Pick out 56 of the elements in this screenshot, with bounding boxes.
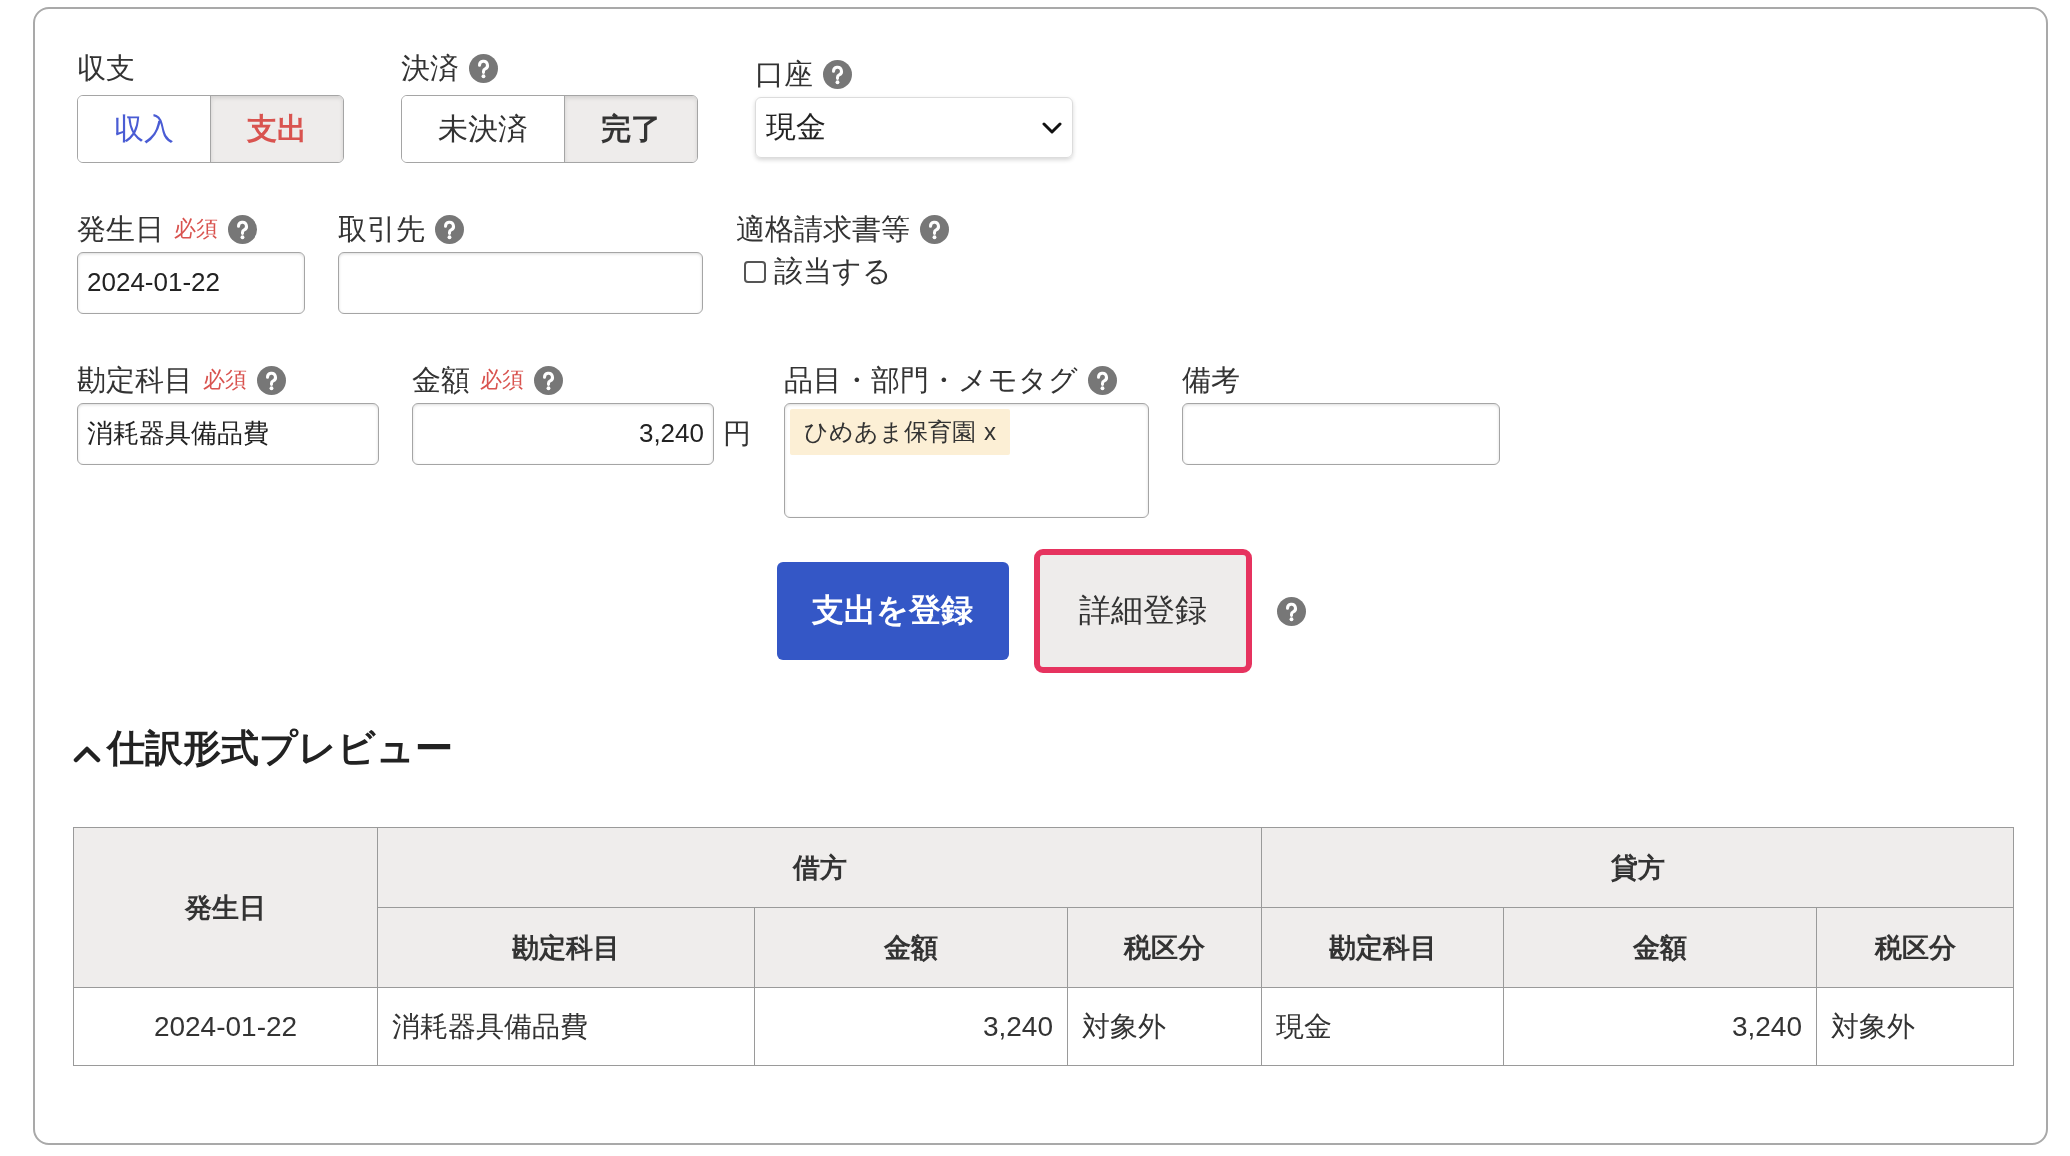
required-label: 必須 — [203, 366, 247, 394]
required-label: 必須 — [480, 366, 524, 394]
checkbox[interactable] — [744, 261, 766, 283]
input-field[interactable] — [338, 252, 703, 314]
column-header: 金額 — [1503, 907, 1817, 988]
required-label: 必須 — [174, 215, 218, 243]
input-field[interactable]: 2024-01-22 — [77, 252, 305, 314]
field-label: 金額 — [412, 363, 470, 398]
column-header: 勘定科目 — [377, 907, 755, 988]
table-cell: 3,240 — [1503, 987, 1817, 1066]
help-icon[interactable] — [469, 53, 498, 83]
help-icon[interactable] — [1088, 365, 1117, 395]
field-label: 口座 — [755, 57, 813, 92]
tag-input-field[interactable]: ひめあま保育園 x — [784, 403, 1149, 518]
column-group-header: 貸方 — [1261, 827, 2014, 908]
field-label: 決済 — [401, 51, 459, 86]
input-field[interactable]: 3,240 — [412, 403, 714, 465]
help-icon[interactable] — [257, 365, 286, 395]
tag-remove-button[interactable]: x — [984, 420, 996, 444]
checkbox-label: 該当する — [774, 254, 892, 289]
field-label: 収支 — [77, 51, 135, 86]
help-icon[interactable] — [228, 214, 257, 244]
secondary-button[interactable]: 詳細登録 — [1033, 549, 1252, 673]
select-field[interactable]: 現金 — [755, 97, 1073, 158]
column-group-header: 借方 — [377, 827, 1262, 908]
section-title: 仕訳形式プレビュー — [107, 726, 453, 771]
help-icon[interactable] — [534, 365, 563, 395]
field-label: 適格請求書等 — [736, 212, 910, 247]
input-field[interactable]: 消耗器具備品費 — [77, 403, 379, 465]
table-cell: 現金 — [1261, 987, 1504, 1066]
field-label: 備考 — [1182, 363, 1240, 398]
column-header: 発生日 — [73, 827, 378, 988]
column-header: 税区分 — [1067, 907, 1262, 988]
input-field[interactable] — [1182, 403, 1500, 465]
help-icon[interactable] — [920, 214, 949, 244]
table-cell: 3,240 — [754, 987, 1068, 1066]
primary-button[interactable]: 支出を登録 — [776, 562, 1009, 660]
column-header: 金額 — [754, 907, 1068, 988]
tag-label: ひめあま保育園 — [804, 417, 976, 447]
help-icon[interactable] — [1276, 596, 1306, 626]
chevron-down-icon — [1042, 121, 1062, 134]
table-cell: 対象外 — [1067, 987, 1262, 1066]
field-label: 発生日 — [77, 212, 164, 247]
field-label: 勘定科目 — [77, 363, 193, 398]
table-cell: 対象外 — [1816, 987, 2014, 1066]
column-header: 勘定科目 — [1261, 907, 1504, 988]
help-icon[interactable] — [823, 59, 852, 89]
segment-button[interactable]: 完了 — [564, 96, 697, 162]
table-cell: 消耗器具備品費 — [377, 987, 755, 1066]
field-label: 品目・部門・メモタグ — [784, 363, 1078, 398]
chevron-up-icon[interactable] — [73, 745, 101, 763]
field-label: 取引先 — [338, 212, 425, 247]
column-header: 税区分 — [1816, 907, 2014, 988]
help-icon[interactable] — [435, 214, 464, 244]
unit-label: 円 — [723, 417, 751, 451]
table-cell: 2024-01-22 — [73, 987, 378, 1066]
